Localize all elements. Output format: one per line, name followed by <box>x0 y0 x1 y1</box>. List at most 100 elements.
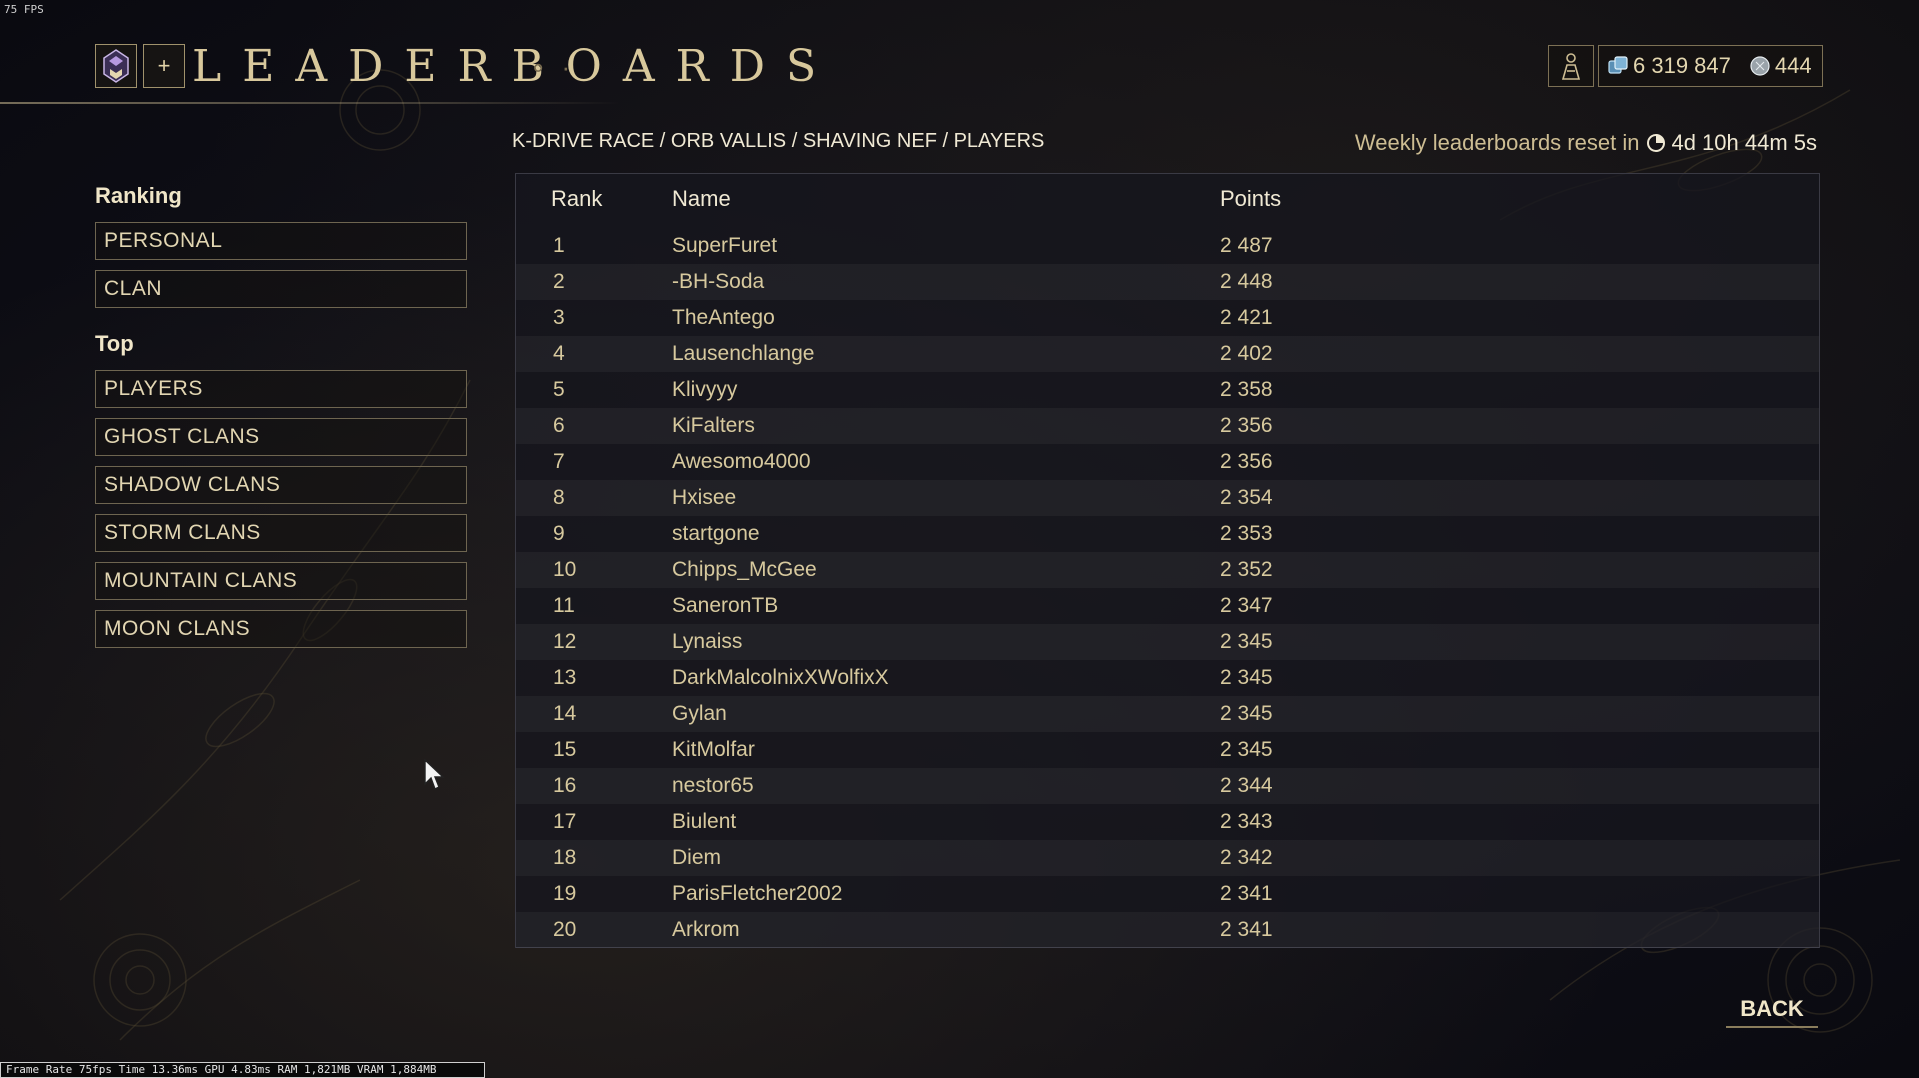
column-header-rank: Rank <box>551 186 603 211</box>
back-button[interactable]: BACK <box>1726 992 1818 1028</box>
table-row[interactable]: 1 SuperFuret 2 487 <box>516 228 1819 264</box>
points-cell: 2 345 <box>1220 666 1273 689</box>
column-header-name: Name <box>672 186 731 211</box>
rank-cell: 16 <box>553 774 577 797</box>
points-cell: 2 356 <box>1220 450 1273 473</box>
rank-cell: 8 <box>553 486 565 509</box>
breadcrumb: K-DRIVE RACE / ORB VALLIS / SHAVING NEF … <box>512 130 1045 152</box>
table-row[interactable]: 15 KitMolfar 2 345 <box>516 732 1819 768</box>
leaderboard-table: Rank Name Points 1 SuperFuret 2 487 2 -BH-So… <box>515 173 1820 948</box>
rank-cell: 14 <box>553 702 577 725</box>
reset-countdown: Weekly leaderboards reset in 4d 10h 44m … <box>1355 130 1817 156</box>
table-header: Rank Name Points <box>516 186 1819 216</box>
column-header-points: Points <box>1220 186 1282 211</box>
reset-label: Weekly leaderboards reset in <box>1354 130 1640 155</box>
player-name-cell: Chipps_McGee <box>672 558 817 581</box>
rank-cell: 7 <box>553 450 565 473</box>
player-name-cell: TheAntego <box>672 306 775 329</box>
table-row[interactable]: 11 SaneronTB 2 347 <box>516 588 1819 624</box>
points-cell: 2 341 <box>1220 882 1273 905</box>
clan-sigil-icon[interactable] <box>95 44 137 88</box>
nav-item-moon-clans[interactable]: MOON CLANS <box>95 610 467 648</box>
points-cell: 2 421 <box>1220 306 1273 329</box>
player-name-cell: Biulent <box>672 810 737 833</box>
table-row[interactable]: 8 Hxisee 2 354 <box>516 480 1819 516</box>
table-row[interactable]: 6 KiFalters 2 356 <box>516 408 1819 444</box>
table-row[interactable]: 3 TheAntego 2 421 <box>516 300 1819 336</box>
player-name-cell: Lausenchlange <box>672 342 815 365</box>
table-row[interactable]: 12 Lynaiss 2 345 <box>516 624 1819 660</box>
nav-item-shadow-clans[interactable]: SHADOW CLANS <box>95 466 467 504</box>
table-row[interactable]: 20 Arkrom 2 341 <box>516 912 1819 948</box>
points-cell: 2 341 <box>1220 918 1273 941</box>
points-cell: 2 345 <box>1220 702 1273 725</box>
points-cell: 2 354 <box>1220 486 1273 509</box>
nav-item-ghost-clans[interactable]: GHOST CLANS <box>95 418 467 456</box>
table-row[interactable]: 19 ParisFletcher2002 2 341 <box>516 876 1819 912</box>
rank-cell: 13 <box>553 666 577 689</box>
rank-cell: 3 <box>553 306 565 329</box>
leaderboard-nav: Ranking PERSONAL CLAN Top PLAYERS GHOST … <box>95 180 467 648</box>
nav-item-mountain-clans[interactable]: MOUNTAIN CLANS <box>95 562 467 600</box>
player-name-cell: KiFalters <box>672 414 755 437</box>
performance-overlay: Frame Rate 75fps Time 13.36ms GPU 4.83ms… <box>0 1062 485 1078</box>
rank-cell: 18 <box>553 846 577 869</box>
rank-cell: 1 <box>553 234 565 257</box>
mastery-rank-icon[interactable] <box>1548 45 1594 87</box>
table-row[interactable]: 2 -BH-Soda 2 448 <box>516 264 1819 300</box>
player-name-cell: ParisFletcher2002 <box>672 882 843 905</box>
points-cell: 2 347 <box>1220 594 1273 617</box>
rank-cell: 6 <box>553 414 565 437</box>
ranking-heading: Ranking <box>95 183 182 208</box>
table-row[interactable]: 7 Awesomo4000 2 356 <box>516 444 1819 480</box>
rank-cell: 17 <box>553 810 577 833</box>
player-name-cell: DarkMalcolnixXWolfixX <box>672 666 889 689</box>
mouse-cursor-icon <box>424 758 445 790</box>
player-name-cell: Hxisee <box>672 486 737 509</box>
table-row[interactable]: 17 Biulent 2 343 <box>516 804 1819 840</box>
nav-item-storm-clans[interactable]: STORM CLANS <box>95 514 467 552</box>
points-cell: 2 342 <box>1220 846 1273 869</box>
player-name-cell: SaneronTB <box>672 594 779 617</box>
nav-item-players[interactable]: PLAYERS <box>95 370 467 408</box>
currency-display: 6 319 847 444 <box>1598 45 1823 87</box>
rank-cell: 5 <box>553 378 565 401</box>
table-row[interactable]: 4 Lausenchlange 2 402 <box>516 336 1819 372</box>
points-cell: 2 352 <box>1220 558 1273 581</box>
platinum-value: 444 <box>1774 53 1812 78</box>
table-row[interactable]: 10 Chipps_McGee 2 352 <box>516 552 1819 588</box>
table-row[interactable]: 16 nestor65 2 344 <box>516 768 1819 804</box>
credits-value: 6 319 847 <box>1633 53 1731 78</box>
player-name-cell: startgone <box>672 522 760 545</box>
player-name-cell: nestor65 <box>672 774 754 797</box>
header-divider <box>0 102 620 104</box>
rank-cell: 19 <box>553 882 577 905</box>
player-name-cell: KitMolfar <box>672 738 755 761</box>
points-cell: 2 353 <box>1220 522 1273 545</box>
title-ornament: ∘ · <box>530 52 575 82</box>
rank-cell: 4 <box>553 342 565 365</box>
table-row[interactable]: 5 Klivyyy 2 358 <box>516 372 1819 408</box>
nav-item-clan[interactable]: CLAN <box>95 270 467 308</box>
points-cell: 2 345 <box>1220 630 1273 653</box>
nav-item-personal[interactable]: PERSONAL <box>95 222 467 260</box>
add-button[interactable]: + <box>143 44 185 88</box>
table-row[interactable]: 9 startgone 2 353 <box>516 516 1819 552</box>
points-cell: 2 448 <box>1220 270 1273 293</box>
rank-cell: 10 <box>553 558 577 581</box>
credits-icon <box>1608 56 1628 74</box>
table-row[interactable]: 13 DarkMalcolnixXWolfixX 2 345 <box>516 660 1819 696</box>
player-name-cell: Lynaiss <box>672 630 743 653</box>
player-name-cell: Diem <box>672 846 722 869</box>
table-row[interactable]: 14 Gylan 2 345 <box>516 696 1819 732</box>
points-cell: 2 358 <box>1220 378 1273 401</box>
points-cell: 2 487 <box>1220 234 1273 257</box>
page-title: LEADERBOARDS <box>192 41 838 92</box>
points-cell: 2 345 <box>1220 738 1273 761</box>
points-cell: 2 344 <box>1220 774 1273 797</box>
points-cell: 2 343 <box>1220 810 1273 833</box>
header-bar: + LEADERBOARDS ∘ · 6 319 847 444 <box>0 0 1919 104</box>
table-row[interactable]: 18 Diem 2 342 <box>516 840 1819 876</box>
rank-cell: 9 <box>553 522 565 545</box>
rank-cell: 12 <box>553 630 577 653</box>
